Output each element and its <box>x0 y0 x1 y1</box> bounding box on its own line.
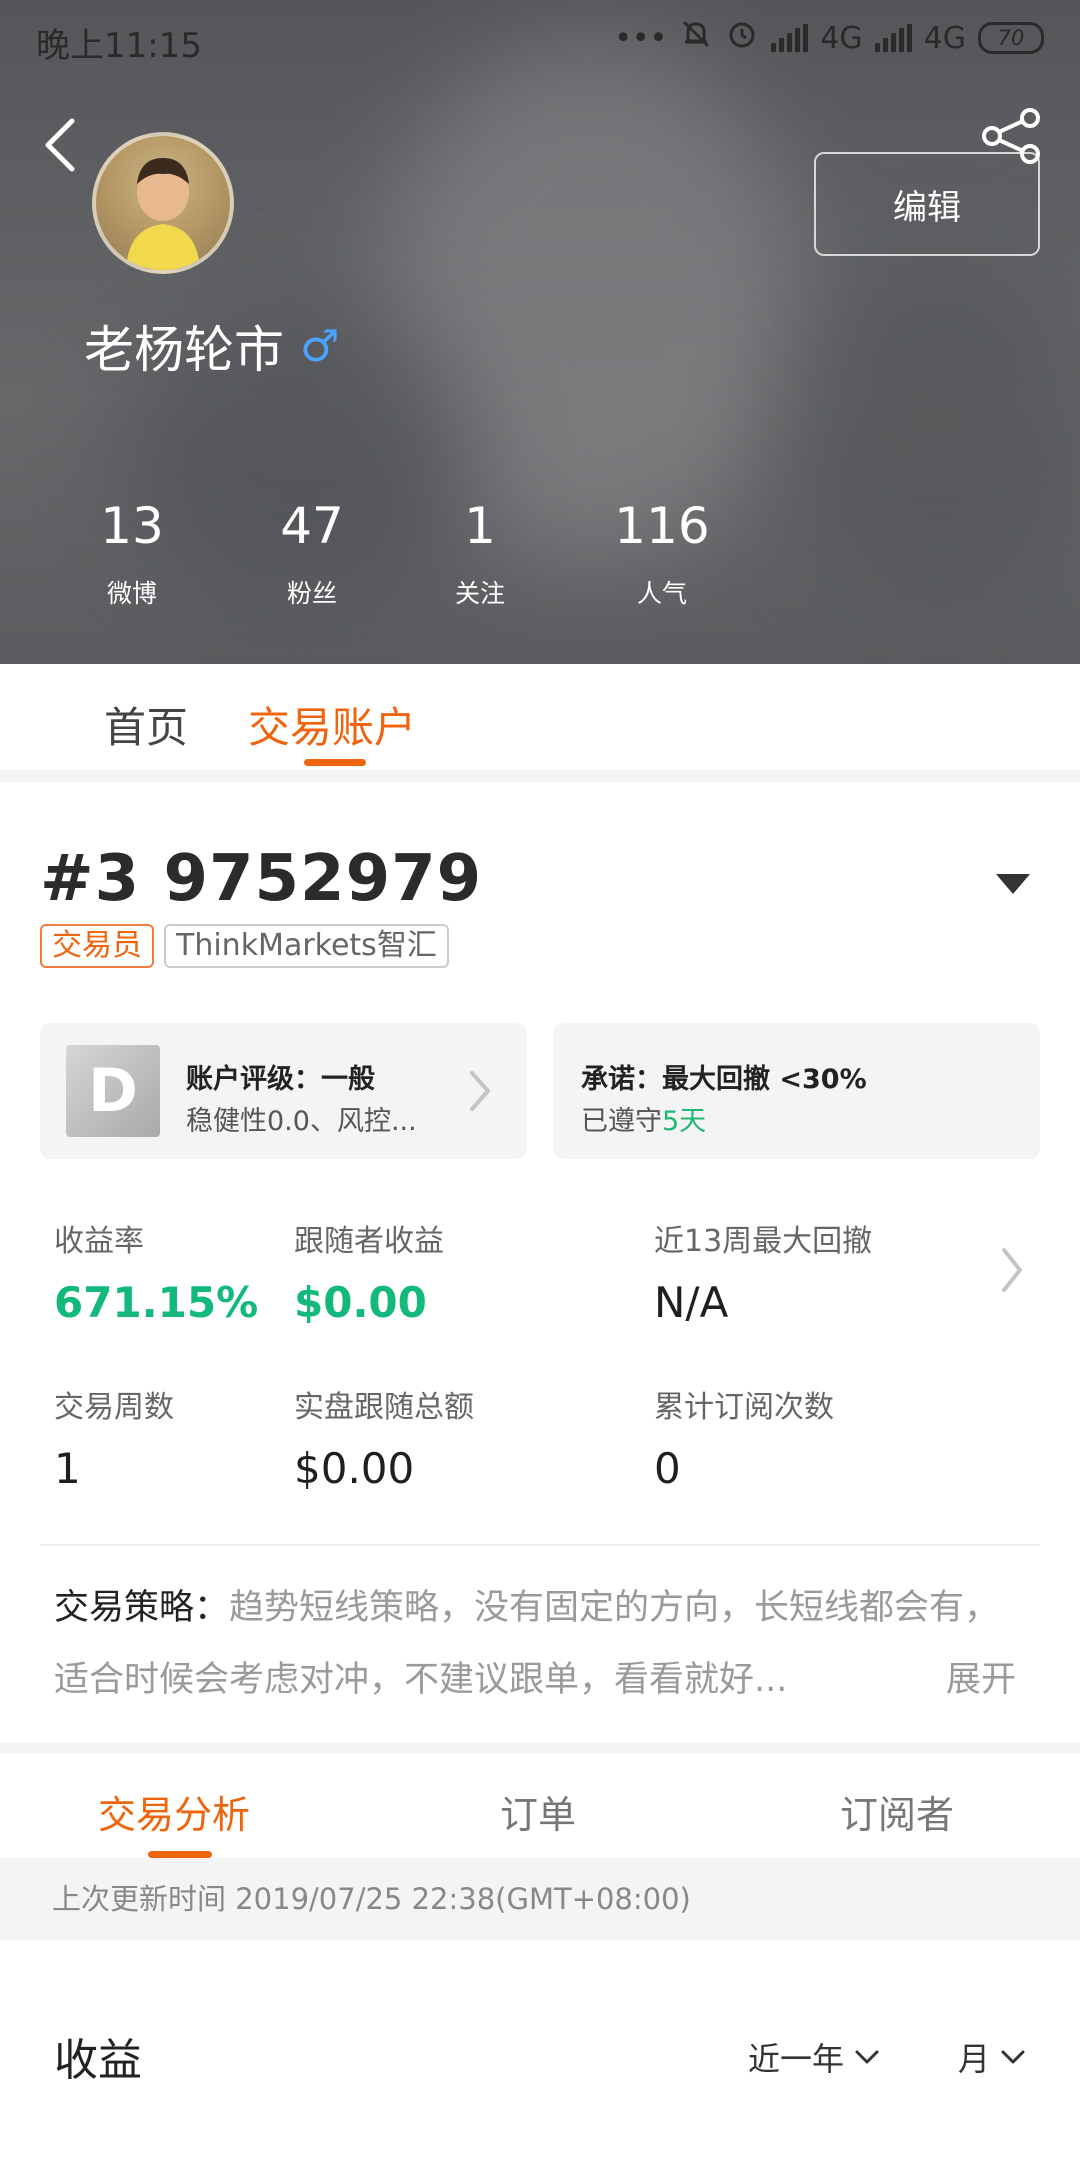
metric-subscription-count: 累计订阅次数 0 <box>654 1382 834 1493</box>
metric-value: 0 <box>654 1444 681 1493</box>
chevron-left-icon <box>45 118 75 172</box>
stat-following[interactable]: 1 关注 <box>400 494 560 610</box>
account-tags: 交易员 ThinkMarkets智汇 <box>40 924 449 968</box>
section-divider <box>0 770 1080 782</box>
tab-subscribers[interactable]: 订阅者 <box>840 1784 954 1839</box>
metric-trading-weeks: 交易周数 1 <box>54 1382 174 1493</box>
revenue-title: 收益 <box>54 2035 142 2086</box>
metric-return-rate: 收益率 671.15% <box>54 1216 258 1327</box>
stat-value: 47 <box>280 497 344 555</box>
stat-value: 13 <box>100 497 164 555</box>
battery-icon: 70 <box>978 22 1044 54</box>
network-label-1: 4G <box>820 20 863 56</box>
profile-header: 晚上11:15 ••• 4G 4G 70 编辑 老杨轮市 ♂ 13 微博 47 … <box>0 0 1080 664</box>
avatar[interactable] <box>92 132 234 274</box>
username-row: 老杨轮市 ♂ <box>84 310 339 382</box>
trader-profile-page: 晚上11:15 ••• 4G 4G 70 编辑 老杨轮市 ♂ 13 微博 47 … <box>0 0 1080 2160</box>
rating-title: 账户评级：一般 <box>186 1064 375 1095</box>
broker-tag: ThinkMarkets智汇 <box>164 924 449 968</box>
active-tab-indicator <box>148 1851 212 1858</box>
tab-trade-analysis[interactable]: 交易分析 <box>98 1784 250 1839</box>
metric-value: 671.15% <box>54 1278 259 1327</box>
metric-value: N/A <box>654 1278 729 1327</box>
status-bar: 晚上11:15 ••• 4G 4G 70 <box>0 0 1080 78</box>
metric-value: $0.00 <box>294 1278 427 1327</box>
account-id: #3 9752979 <box>40 842 483 916</box>
signal-icon-2 <box>874 24 912 52</box>
signal-icon-1 <box>771 24 809 52</box>
metric-value: $0.00 <box>294 1444 415 1493</box>
male-icon: ♂ <box>300 320 340 372</box>
last-update-time: 上次更新时间 2019/07/25 22:38(GMT+08:00) <box>0 1858 1080 1940</box>
stat-value: 1 <box>464 497 496 555</box>
chevron-down-icon <box>855 2050 879 2064</box>
status-icons: ••• 4G 4G 70 <box>614 18 1044 58</box>
account-rating-card[interactable]: D 账户评级：一般 稳健性0.0、风控... <box>40 1023 527 1159</box>
range-filter-label: 近一年 <box>748 2040 845 2078</box>
expand-strategy-link[interactable]: 展开 <box>938 1644 1017 1716</box>
stat-label: 微博 <box>106 579 157 608</box>
chevron-right-icon[interactable] <box>998 1244 1026 1296</box>
chevron-right-icon <box>470 1071 490 1111</box>
back-button[interactable] <box>30 110 90 180</box>
period-filter-label: 月 <box>958 2040 991 2078</box>
promise-card: 承诺：最大回撤 <30% 已遵守5天 <box>553 1023 1040 1159</box>
trader-tag: 交易员 <box>40 924 154 968</box>
chevron-down-icon <box>1001 2050 1025 2064</box>
tab-home[interactable]: 首页 <box>104 694 188 755</box>
stat-weibo[interactable]: 13 微博 <box>52 494 212 610</box>
promise-days: 5天 <box>662 1106 707 1137</box>
username: 老杨轮市 <box>84 321 284 379</box>
promise-title: 承诺：最大回撤 <30% <box>581 1064 867 1095</box>
metric-max-drawdown[interactable]: 近13周最大回撤 N/A <box>654 1216 872 1327</box>
metric-value: 1 <box>54 1444 81 1493</box>
rating-subtitle: 稳健性0.0、风控... <box>186 1106 417 1137</box>
stat-label: 人气 <box>636 579 687 608</box>
stat-popularity[interactable]: 116 人气 <box>582 494 742 610</box>
alarm-icon <box>725 17 759 59</box>
network-label-2: 4G <box>923 20 966 56</box>
trading-strategy: 交易策略：趋势短线策略，没有固定的方向，长短线都会有，适合时候会考虑对冲，不建议… <box>54 1572 1034 1716</box>
active-tab-indicator <box>304 759 366 766</box>
mute-bell-icon <box>679 17 713 59</box>
main-tabs: 首页 交易账户 <box>0 664 1080 768</box>
promise-subtitle-prefix: 已遵守 <box>581 1106 662 1137</box>
account-dropdown-icon[interactable] <box>996 874 1030 894</box>
strategy-label: 交易策略： <box>54 1588 230 1628</box>
stat-fans[interactable]: 47 粉丝 <box>232 494 392 610</box>
section-divider <box>0 1742 1080 1754</box>
status-time: 晚上11:15 <box>36 26 202 66</box>
divider <box>40 1544 1040 1546</box>
stat-value: 116 <box>614 497 710 555</box>
tab-orders[interactable]: 订单 <box>500 1784 576 1839</box>
more-dots-icon: ••• <box>614 20 668 56</box>
rating-badge: D <box>66 1045 160 1137</box>
promise-subtitle: 已遵守5天 <box>581 1099 706 1138</box>
stat-label: 关注 <box>454 579 505 608</box>
metric-follower-profit: 跟随者收益 $0.00 <box>294 1216 444 1327</box>
metric-label: 实盘跟随总额 <box>294 1390 474 1425</box>
metric-label: 近13周最大回撤 <box>654 1224 873 1259</box>
avatar-photo <box>126 158 200 270</box>
metric-label: 收益率 <box>54 1224 144 1259</box>
metric-label: 累计订阅次数 <box>654 1390 834 1425</box>
metric-label: 交易周数 <box>54 1390 174 1425</box>
metric-label: 跟随者收益 <box>294 1224 444 1259</box>
metric-total-follow-amount: 实盘跟随总额 $0.00 <box>294 1382 474 1493</box>
edit-button[interactable]: 编辑 <box>814 152 1040 256</box>
period-filter-dropdown[interactable]: 月 <box>958 2034 1026 2080</box>
tab-trading-account[interactable]: 交易账户 <box>248 694 416 755</box>
range-filter-dropdown[interactable]: 近一年 <box>748 2034 880 2080</box>
stat-label: 粉丝 <box>286 579 337 608</box>
